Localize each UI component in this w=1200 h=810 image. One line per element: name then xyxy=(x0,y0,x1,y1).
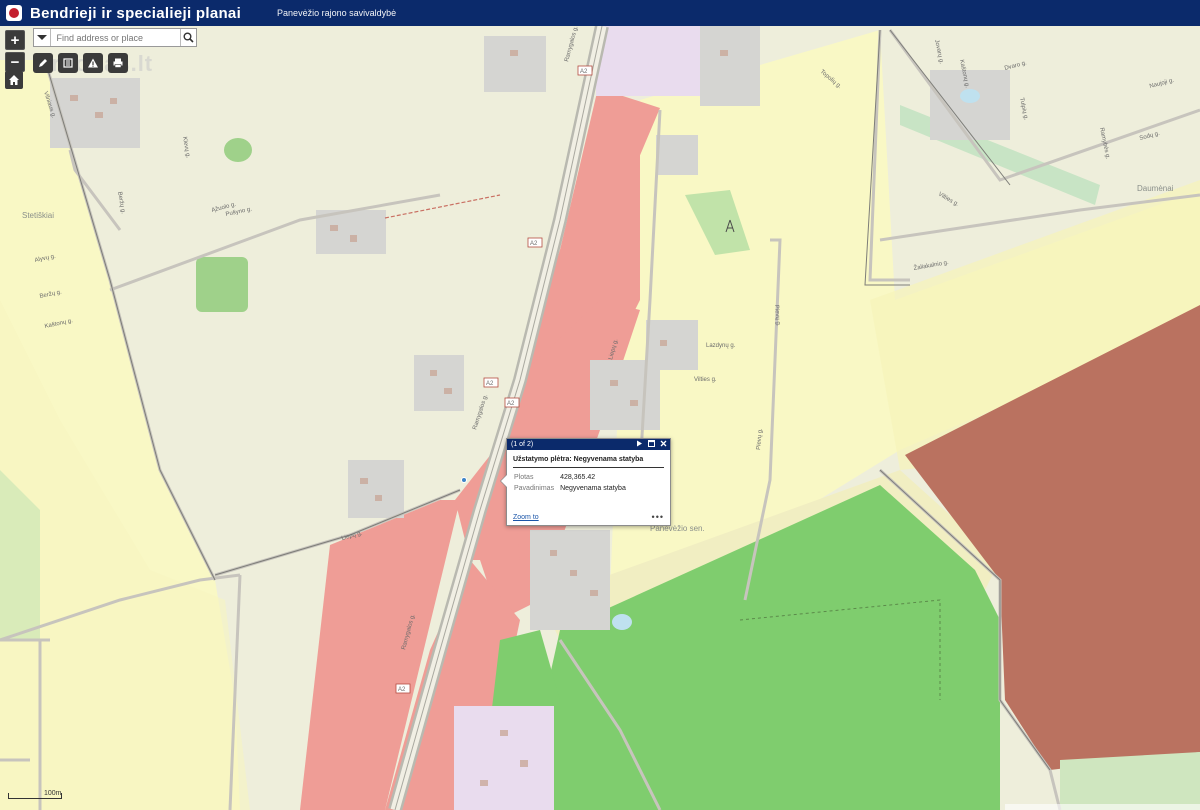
pencil-icon xyxy=(39,59,47,67)
zoom-out-button[interactable]: − xyxy=(5,52,25,72)
place-label: Stetiškiai xyxy=(22,211,54,220)
route-shield: A2 xyxy=(395,683,411,694)
layers-icon xyxy=(63,58,73,68)
popup-attributes: Plotas 428,365.42 Pavadinimas Negyvenama… xyxy=(511,472,629,494)
popup-header: (1 of 2) xyxy=(507,439,670,450)
map-view[interactable]: Stetiškiai Daumėnai Panevėžio sen. Vilni… xyxy=(0,26,1200,810)
svg-text:A2: A2 xyxy=(580,69,588,75)
route-shield: A2 xyxy=(577,65,593,76)
popup-title: Užstatymo plėtra: Negyvenama statyba xyxy=(513,456,664,468)
draw-tool-button[interactable] xyxy=(33,53,53,73)
place-label: Daumėnai xyxy=(1137,184,1174,193)
app-subtitle: Panevėžio rajono savivaldybė xyxy=(277,8,397,18)
attribute-row: Plotas 428,365.42 xyxy=(511,472,629,483)
printer-icon xyxy=(113,58,123,68)
next-feature-icon[interactable] xyxy=(636,440,643,447)
svg-text:A2: A2 xyxy=(530,241,538,247)
popup-counter: (1 of 2) xyxy=(511,441,534,448)
feature-popup: (1 of 2) Užstatymo plėtra: Negyvenama st… xyxy=(500,438,671,526)
search-source-dropdown[interactable] xyxy=(34,29,51,46)
coat-of-arms-logo xyxy=(6,5,22,21)
warning-triangle-icon xyxy=(88,58,98,68)
road-label: Vilties g. xyxy=(694,377,717,383)
home-button[interactable] xyxy=(5,71,23,89)
close-icon[interactable] xyxy=(660,440,667,447)
attribute-key: Plotas xyxy=(514,474,534,481)
attribute-row: Pavadinimas Negyvenama statyba xyxy=(511,483,629,494)
road-label: Lazdynų g. xyxy=(706,343,736,349)
print-button[interactable] xyxy=(108,53,128,73)
zoom-controls: + − xyxy=(5,30,25,74)
search-box xyxy=(33,28,197,47)
zoom-to-link[interactable]: Zoom to xyxy=(513,514,539,521)
maximize-icon[interactable] xyxy=(648,440,655,447)
route-shield: A2 xyxy=(504,397,520,408)
selection-marker-icon xyxy=(461,477,467,483)
route-shield: A2 xyxy=(483,377,499,388)
attribute-value: 428,365.42 xyxy=(560,474,596,481)
search-button[interactable] xyxy=(179,29,197,46)
attribute-key: Pavadinimas xyxy=(514,485,555,492)
app-title: Bendrieji ir specialieji planai xyxy=(30,4,242,22)
search-input[interactable] xyxy=(50,30,180,45)
search-icon xyxy=(183,32,194,43)
layer-list-button[interactable] xyxy=(58,53,78,73)
app-header: Bendrieji ir specialieji planai Panevėži… xyxy=(0,0,1200,26)
zoom-in-button[interactable]: + xyxy=(5,30,25,50)
svg-text:A2: A2 xyxy=(507,401,515,407)
home-icon xyxy=(9,75,19,85)
route-shield: A2 xyxy=(527,237,543,248)
scale-label: 100m xyxy=(44,790,62,797)
svg-text:A2: A2 xyxy=(398,687,406,693)
toolbar xyxy=(33,53,128,73)
attribution-bar xyxy=(1005,804,1200,810)
scale-bar: 100m xyxy=(8,790,62,799)
measure-tool-button[interactable] xyxy=(83,53,103,73)
more-options-button[interactable]: ••• xyxy=(652,512,664,522)
chevron-down-icon xyxy=(36,35,47,40)
svg-text:A2: A2 xyxy=(486,381,494,387)
map-canvas[interactable]: Stetiškiai Daumėnai Panevėžio sen. Vilni… xyxy=(0,26,1200,810)
attribute-value: Negyvenama statyba xyxy=(560,485,626,492)
